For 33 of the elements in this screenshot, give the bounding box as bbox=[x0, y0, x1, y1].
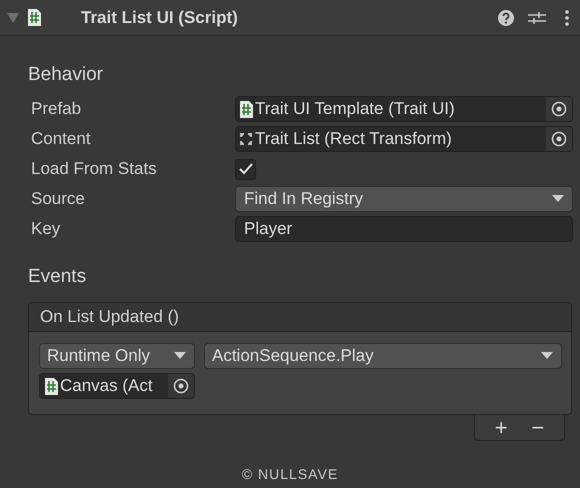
section-heading: Events bbox=[28, 265, 88, 289]
object-picker-icon[interactable] bbox=[551, 101, 567, 117]
remove-button[interactable]: − bbox=[527, 416, 548, 438]
object-field[interactable]: Canvas (Act bbox=[39, 373, 195, 399]
text-field[interactable]: Player bbox=[235, 216, 573, 242]
field-label: Content bbox=[30, 129, 92, 149]
object-field[interactable]: Trait List (Rect Transform) bbox=[235, 126, 573, 152]
checkmark-icon bbox=[238, 163, 252, 175]
object-picker-icon[interactable] bbox=[173, 378, 189, 394]
caret-icon bbox=[174, 352, 186, 360]
runtime-dropdown[interactable]: Runtime Only bbox=[39, 343, 195, 369]
footer-text: © NULLSAVE bbox=[240, 466, 340, 482]
field-label: Load From Stats bbox=[30, 159, 158, 179]
component-title: Trait List UI (Script) bbox=[81, 8, 239, 28]
field-label: Prefab bbox=[30, 99, 82, 119]
help-icon[interactable] bbox=[498, 10, 514, 26]
rect-transform-icon bbox=[239, 132, 253, 146]
section-heading: Behavior bbox=[28, 63, 104, 87]
field-label: Key bbox=[30, 219, 62, 239]
object-picker-icon[interactable] bbox=[551, 131, 567, 147]
function-dropdown[interactable]: ActionSequence.Play bbox=[204, 343, 562, 369]
settings-sliders-icon[interactable] bbox=[528, 10, 546, 26]
field-label: Source bbox=[30, 189, 86, 209]
script-icon bbox=[27, 9, 41, 26]
script-icon bbox=[44, 378, 58, 394]
checkbox[interactable] bbox=[235, 158, 256, 180]
dropdown[interactable]: Find In Registry bbox=[235, 186, 573, 212]
caret-icon bbox=[552, 195, 564, 203]
more-icon[interactable] bbox=[564, 10, 570, 26]
script-icon bbox=[239, 100, 253, 118]
caret-icon bbox=[541, 352, 553, 360]
object-field[interactable]: Trait UI Template (Trait UI) bbox=[235, 96, 573, 122]
add-button[interactable]: + bbox=[490, 416, 512, 438]
